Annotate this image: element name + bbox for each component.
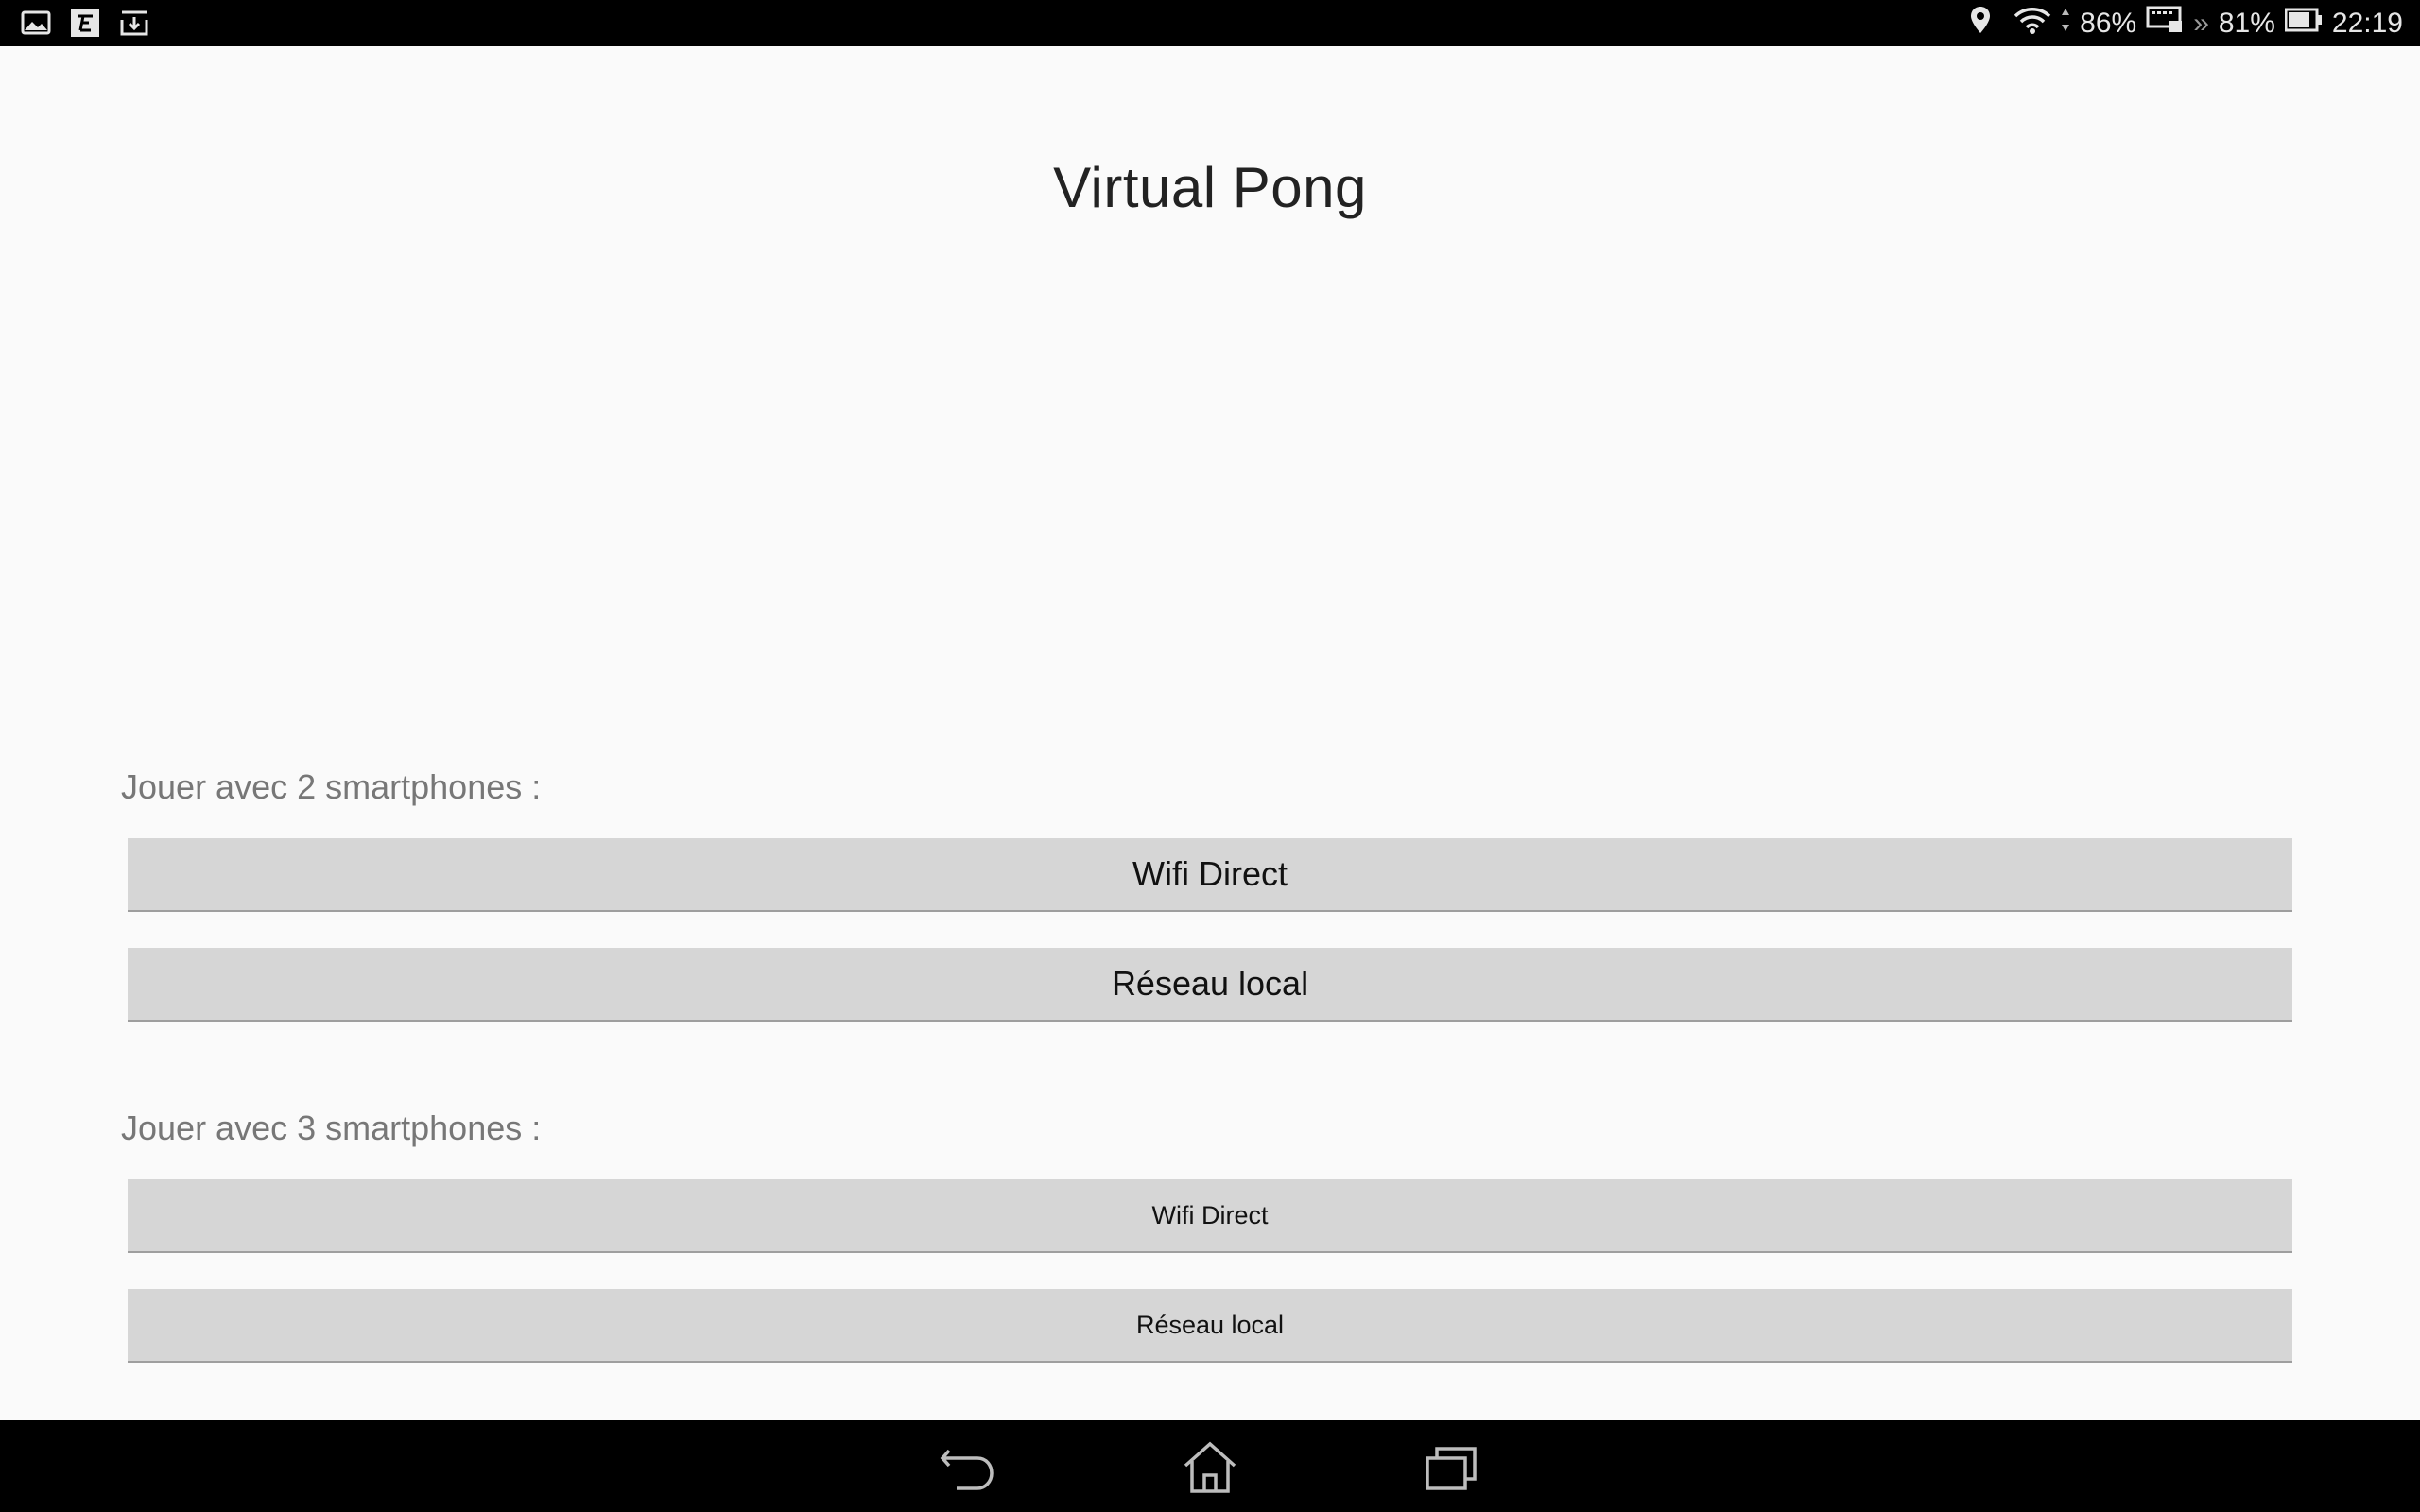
status-indicators: 86% » 81% 22:19 bbox=[1970, 0, 2403, 46]
clock: 22:19 bbox=[2331, 7, 2403, 39]
home-icon[interactable] bbox=[1180, 1437, 1240, 1498]
download-icon bbox=[119, 8, 149, 38]
chevron-right-icon: » bbox=[2193, 7, 2209, 39]
keyboard-battery-icon bbox=[2146, 6, 2184, 42]
wifi-direct-2-button[interactable]: Wifi Direct bbox=[128, 838, 2292, 912]
back-icon[interactable] bbox=[938, 1437, 998, 1498]
navigation-bar bbox=[0, 1420, 2420, 1512]
section-2-players-label: Jouer avec 2 smartphones : bbox=[121, 767, 542, 806]
battery-text: 81% bbox=[2218, 7, 2275, 39]
wifi-direct-3-button[interactable]: Wifi Direct bbox=[128, 1179, 2292, 1253]
location-icon bbox=[1970, 6, 1991, 42]
news-icon bbox=[70, 8, 100, 38]
recents-icon[interactable] bbox=[1422, 1437, 1482, 1498]
app-title: Virtual Pong bbox=[1053, 156, 1367, 219]
section-3-players-label: Jouer avec 3 smartphones : bbox=[121, 1108, 542, 1147]
local-network-3-button[interactable]: Réseau local bbox=[128, 1289, 2292, 1363]
status-bar: 86% » 81% 22:19 bbox=[0, 0, 2420, 46]
notification-icons bbox=[21, 8, 149, 38]
image-icon bbox=[21, 8, 51, 38]
wifi-signal-text: 86% bbox=[2080, 7, 2137, 39]
wifi-icon bbox=[2014, 6, 2051, 42]
local-network-2-button[interactable]: Réseau local bbox=[128, 948, 2292, 1022]
data-activity-icon bbox=[2061, 8, 2070, 40]
app-screen: 86% » 81% 22:19 Virtual Pong Jouer avec … bbox=[0, 0, 2420, 1512]
battery-icon bbox=[2284, 8, 2323, 40]
